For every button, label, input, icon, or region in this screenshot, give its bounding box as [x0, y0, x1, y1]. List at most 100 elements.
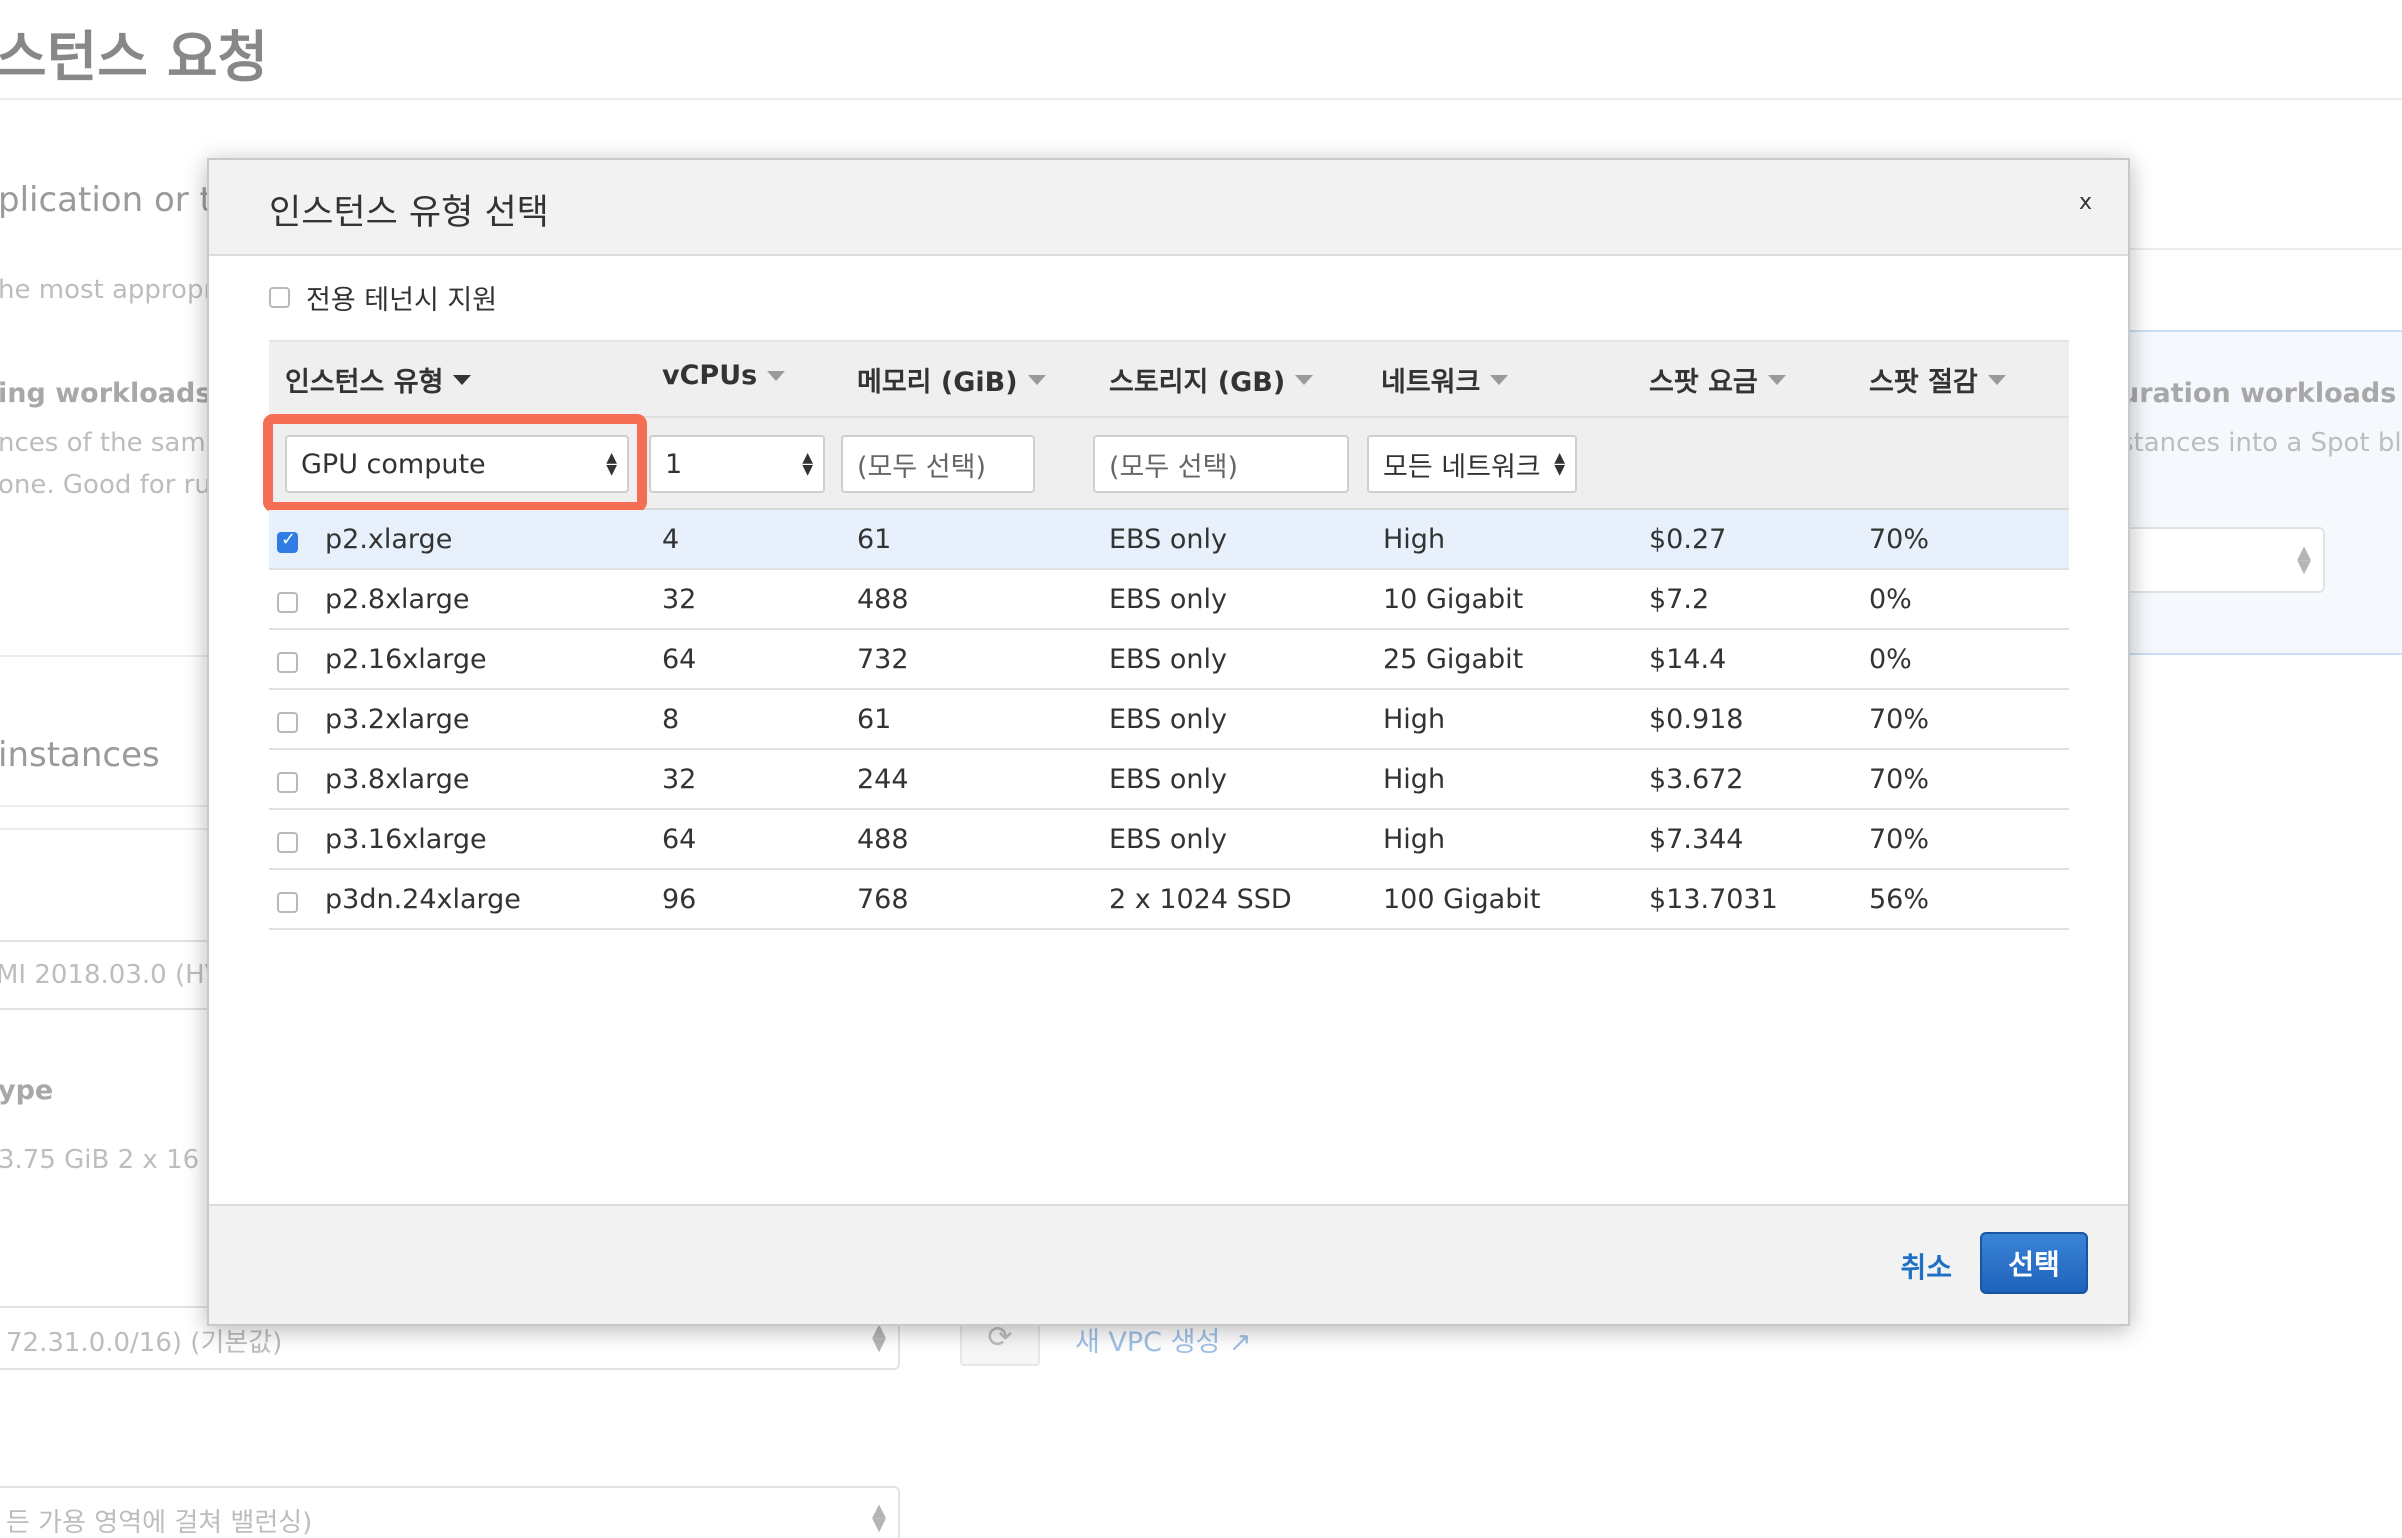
- table-row[interactable]: p3dn.24xlarge 96 768 2 x 1024 SSD 100 Gigabi…: [269, 870, 2069, 930]
- cell-network: High: [1383, 704, 1446, 735]
- row-checkbox[interactable]: [277, 652, 298, 673]
- cell-spot-price: $7.344: [1649, 824, 1744, 855]
- table-row[interactable]: p2.16xlarge 64 732 EBS only 25 Gigabit $14.4 0…: [269, 630, 2069, 690]
- workload-option-label: uration workloads: [2120, 378, 2397, 409]
- cell-instance-type: p3.2xlarge: [325, 704, 470, 735]
- divider: [0, 655, 210, 657]
- cell-spot-price: $13.7031: [1649, 884, 1778, 915]
- sort-down-icon: [1767, 374, 1786, 385]
- workload-option-panel[interactable]: uration workloads stances into a Spot bl…: [2120, 330, 2402, 655]
- cell-vcpus: 64: [662, 824, 697, 855]
- external-link-icon: ↗: [1228, 1327, 1252, 1358]
- cell-spot-savings: 56%: [1869, 884, 1930, 915]
- ami-select[interactable]: MI 2018.03.0 (HV: [0, 940, 222, 1010]
- cell-memory: 244: [857, 764, 909, 795]
- row-checkbox[interactable]: [277, 529, 298, 553]
- column-header-spot-savings[interactable]: 스팟 절감: [1869, 360, 2006, 399]
- memory-filter-input[interactable]: (모두 선택): [841, 435, 1035, 493]
- row-checkbox[interactable]: [277, 592, 298, 613]
- cell-spot-savings: 0%: [1869, 644, 1912, 675]
- workload-select[interactable]: ▲ ▼: [2120, 527, 2325, 593]
- table-row[interactable]: p3.16xlarge 64 488 EBS only High $7.344 70%: [269, 810, 2069, 870]
- cell-instance-type: p3dn.24xlarge: [325, 884, 521, 915]
- cell-memory: 61: [857, 704, 892, 735]
- cell-memory: 488: [857, 824, 909, 855]
- table-row[interactable]: p3.8xlarge 32 244 EBS only High $3.672 70%: [269, 750, 2069, 810]
- cell-vcpus: 64: [662, 644, 697, 675]
- cancel-button[interactable]: 취소: [1900, 1246, 1952, 1286]
- column-header-label: 메모리 (GiB): [857, 367, 1018, 398]
- cell-vcpus: 96: [662, 884, 697, 915]
- column-header-label: 스팟 절감: [1869, 367, 1978, 398]
- column-header-storage[interactable]: 스토리지 (GB): [1109, 360, 1314, 399]
- row-checkbox[interactable]: [277, 712, 298, 733]
- sort-down-icon: [1027, 374, 1046, 385]
- select-arrows-icon: ▲ ▼: [872, 1500, 886, 1535]
- cell-network: 10 Gigabit: [1383, 584, 1524, 615]
- workload-option-description: one. Good for run: [0, 470, 228, 500]
- select-arrows-icon: ▲ ▼: [872, 1320, 886, 1355]
- modal-footer: 취소 선택: [209, 1204, 2128, 1324]
- close-button[interactable]: x: [2079, 190, 2092, 215]
- instance-type-label: ype: [0, 1075, 54, 1106]
- cell-spot-price: $0.27: [1649, 524, 1727, 555]
- vcpus-select[interactable]: 1 ▲ ▼: [649, 435, 825, 493]
- table-body: p2.xlarge 4 61 EBS only High $0.27 70% p2.8xlar…: [269, 510, 2069, 930]
- storage-filter-input[interactable]: (모두 선택): [1093, 435, 1349, 493]
- column-header-memory[interactable]: 메모리 (GiB): [857, 360, 1046, 399]
- ami-value: MI 2018.03.0 (HV: [0, 960, 223, 990]
- sort-down-icon: [1295, 374, 1314, 385]
- cell-vcpus: 8: [662, 704, 680, 735]
- select-arrows-icon: ▲ ▼: [1554, 450, 1565, 478]
- dedicated-tenancy-option[interactable]: 전용 테넌시 지원: [269, 278, 497, 317]
- select-arrows-icon: ▲ ▼: [802, 450, 813, 478]
- column-header-label: 스토리지 (GB): [1109, 367, 1286, 398]
- network-select[interactable]: 모든 네트워크 ▲ ▼: [1367, 435, 1577, 493]
- cell-spot-price: $14.4: [1649, 644, 1727, 675]
- row-checkbox[interactable]: [277, 772, 298, 793]
- cell-instance-type: p2.16xlarge: [325, 644, 487, 675]
- column-header-label: 스팟 요금: [1649, 367, 1758, 398]
- column-header-spot-price[interactable]: 스팟 요금: [1649, 360, 1786, 399]
- cell-instance-type: p2.xlarge: [325, 524, 453, 555]
- network-value: 모든 네트워크: [1383, 451, 1541, 483]
- cell-instance-type: p3.16xlarge: [325, 824, 487, 855]
- column-header-vcpus[interactable]: vCPUs: [662, 360, 786, 391]
- instance-family-select[interactable]: GPU compute ▲ ▼: [285, 435, 629, 493]
- column-header-network[interactable]: 네트워크: [1381, 360, 1509, 399]
- table-row[interactable]: p2.xlarge 4 61 EBS only High $0.27 70%: [269, 510, 2069, 570]
- vpc-value: 72.31.0.0/16) (기본값): [6, 1328, 283, 1358]
- cell-memory: 488: [857, 584, 909, 615]
- cell-storage: EBS only: [1109, 644, 1227, 675]
- cell-memory: 732: [857, 644, 909, 675]
- row-checkbox[interactable]: [277, 832, 298, 853]
- dedicated-tenancy-label: 전용 테넌시 지원: [306, 285, 498, 316]
- cell-memory: 768: [857, 884, 909, 915]
- modal-header: 인스턴스 유형 선택 x: [209, 160, 2128, 256]
- sort-down-icon: [1987, 374, 2006, 385]
- instance-family-value: GPU compute: [301, 448, 486, 480]
- select-button[interactable]: 선택: [1980, 1232, 2088, 1294]
- create-vpc-link-label: 새 VPC 생성: [1075, 1327, 1221, 1358]
- cell-vcpus: 4: [662, 524, 680, 555]
- table-row[interactable]: p3.2xlarge 8 61 EBS only High $0.918 70%: [269, 690, 2069, 750]
- select-arrows-icon: ▲ ▼: [2297, 542, 2311, 577]
- table-header: 인스턴스 유형 vCPUs 메모리 (GiB) 스토리지 (GB) 네트워크 스…: [269, 340, 2069, 416]
- column-header-label: vCPUs: [662, 360, 758, 391]
- cell-spot-savings: 0%: [1869, 584, 1912, 615]
- cell-network: High: [1383, 764, 1446, 795]
- dedicated-tenancy-checkbox[interactable]: [269, 287, 290, 308]
- table-filters: GPU compute ▲ ▼ 1 ▲ ▼ (모두 선택) (모두 선택) 모든 네…: [263, 414, 2069, 512]
- cell-storage: EBS only: [1109, 824, 1227, 855]
- instance-type-table: 인스턴스 유형 vCPUs 메모리 (GiB) 스토리지 (GB) 네트워크 스…: [263, 340, 2069, 930]
- cell-spot-savings: 70%: [1869, 524, 1930, 555]
- cell-spot-savings: 70%: [1869, 764, 1930, 795]
- workload-option-label: ing workloads: [0, 378, 212, 409]
- row-checkbox[interactable]: [277, 892, 298, 913]
- sort-down-icon: [1490, 374, 1509, 385]
- column-header-instance-type[interactable]: 인스턴스 유형: [285, 360, 472, 399]
- cell-instance-type: p3.8xlarge: [325, 764, 470, 795]
- availability-zone-select[interactable]: 든 가용 영역에 걸쳐 밸런싱) ▲ ▼: [0, 1486, 900, 1538]
- table-row[interactable]: p2.8xlarge 32 488 EBS only 10 Gigabit $7.2 0%: [269, 570, 2069, 630]
- cell-network: High: [1383, 824, 1446, 855]
